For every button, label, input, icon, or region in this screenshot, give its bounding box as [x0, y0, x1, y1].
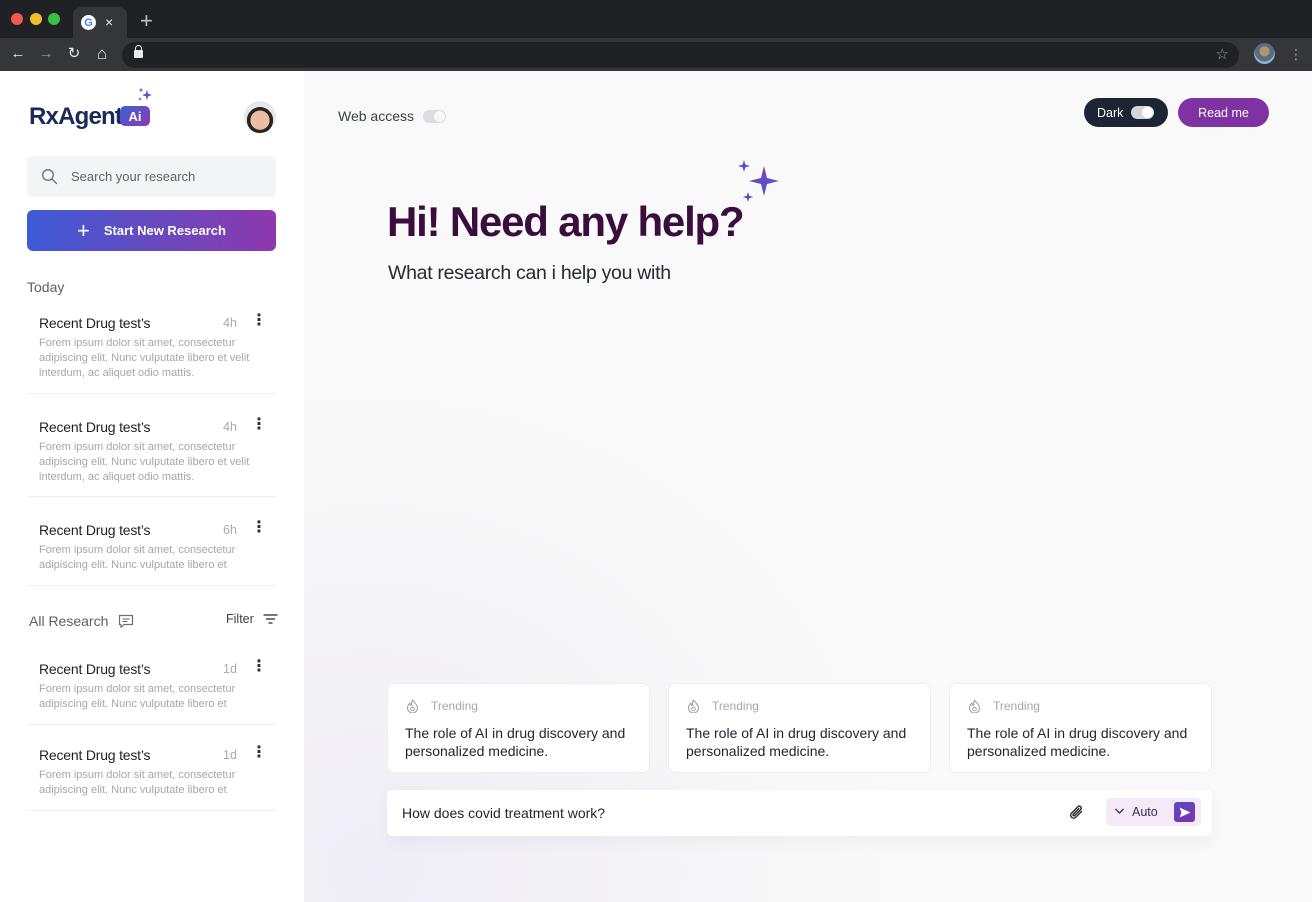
item-time: 4h — [223, 316, 237, 330]
suggestion-card[interactable]: Trending The role of AI in drug discover… — [949, 683, 1212, 773]
filter-button[interactable]: Filter — [226, 612, 278, 626]
sparkle-icon — [738, 160, 779, 202]
card-tag: Trending — [993, 699, 1040, 713]
item-description: Forem ipsum dolor sit amet, consectetur … — [39, 683, 236, 710]
browser-tabstrip: G × + — [0, 0, 1312, 38]
browser-profile-avatar[interactable] — [1254, 43, 1275, 64]
tab-close-icon[interactable]: × — [105, 13, 113, 31]
card-text: The role of AI in drug discovery and per… — [405, 725, 626, 759]
user-avatar[interactable] — [244, 101, 276, 133]
all-research-title: All Research — [29, 613, 109, 629]
research-list-item[interactable]: Recent Drug test’s 1d ⋮ Forem ipsum dolo… — [27, 659, 276, 725]
hero-subtitle: What research can i help you with — [388, 262, 671, 284]
item-description: Forem ipsum dolor sit amet, consectetur … — [39, 544, 236, 571]
web-access-label: Web access — [338, 108, 414, 124]
search-icon — [42, 169, 58, 185]
home-icon[interactable]: ⌂ — [92, 44, 112, 64]
item-title: Recent Drug test’s — [39, 522, 151, 538]
start-new-research-label: Start New Research — [103, 223, 226, 238]
plus-icon: + — [77, 217, 90, 243]
logo-ai-badge: Ai — [120, 106, 150, 126]
window-minimize-button[interactable] — [30, 13, 42, 25]
item-title: Recent Drug test’s — [39, 747, 151, 763]
filter-label: Filter — [226, 612, 254, 626]
search-input[interactable] — [71, 156, 266, 197]
reload-icon[interactable]: ↻ — [64, 44, 84, 64]
card-tag: Trending — [431, 699, 478, 713]
research-list-item[interactable]: Recent Drug test’s 6h ⋮ Forem ipsum dolo… — [27, 520, 276, 586]
back-arrow-icon[interactable]: ← — [8, 44, 28, 64]
browser-tab[interactable]: G × — [73, 7, 127, 38]
web-access-toggle[interactable] — [423, 110, 446, 123]
today-section-title: Today — [27, 279, 65, 295]
card-text: The role of AI in drug discovery and per… — [967, 725, 1188, 759]
item-time: 1d — [223, 748, 237, 762]
suggestion-card[interactable]: Trending The role of AI in drug discover… — [668, 683, 931, 773]
more-options-icon[interactable]: ⋮ — [251, 313, 267, 329]
app: RxAgent Ai + Start New Research Today Re… — [0, 71, 1312, 902]
suggestion-card[interactable]: Trending The role of AI in drug discover… — [387, 683, 650, 773]
item-time: 4h — [223, 420, 237, 434]
browser-toolbar: ← → ↻ ⌂ ☆ ⋮ — [0, 38, 1312, 71]
card-text: The role of AI in drug discovery and per… — [686, 725, 907, 759]
logo-text: RxAgent — [29, 103, 123, 130]
flame-icon — [406, 699, 419, 713]
start-new-research-button[interactable]: + Start New Research — [27, 210, 276, 251]
more-options-icon[interactable]: ⋮ — [251, 659, 267, 675]
more-options-icon[interactable]: ⋮ — [251, 745, 267, 761]
send-icon — [1179, 807, 1191, 818]
google-favicon-icon: G — [81, 15, 96, 30]
browser-menu-icon[interactable]: ⋮ — [1289, 45, 1303, 63]
lock-icon — [134, 45, 143, 58]
item-description: Forem ipsum dolor sit amet, consectetur … — [39, 769, 236, 796]
dark-mode-toggle-button[interactable]: Dark — [1084, 98, 1168, 127]
new-tab-button[interactable]: + — [140, 9, 153, 33]
sparkle-icon — [138, 87, 152, 101]
item-description: Forem ipsum dolor sit amet, consectetur … — [39, 441, 250, 483]
card-tag: Trending — [712, 699, 759, 713]
more-options-icon[interactable]: ⋮ — [251, 417, 267, 433]
item-time: 1d — [223, 662, 237, 676]
flame-icon — [968, 699, 981, 713]
research-list-item[interactable]: Recent Drug test’s 1d ⋮ Forem ipsum dolo… — [27, 745, 276, 811]
flame-icon — [687, 699, 700, 713]
item-description: Forem ipsum dolor sit amet, consectetur … — [39, 337, 250, 379]
window-maximize-button[interactable] — [48, 13, 60, 25]
filter-icon — [263, 614, 278, 624]
item-title: Recent Drug test’s — [39, 661, 151, 677]
more-options-icon[interactable]: ⋮ — [251, 520, 267, 536]
forward-arrow-icon[interactable]: → — [36, 44, 56, 64]
search-box — [27, 156, 276, 197]
window-close-button[interactable] — [11, 13, 23, 25]
paperclip-icon[interactable] — [1068, 803, 1086, 822]
item-title: Recent Drug test’s — [39, 419, 151, 435]
mode-selector[interactable]: Auto — [1106, 798, 1201, 826]
send-button[interactable] — [1174, 802, 1195, 822]
main-panel: Web access Dark Read me Hi! Need any hel… — [304, 71, 1312, 902]
read-me-button[interactable]: Read me — [1178, 98, 1269, 127]
sidebar: RxAgent Ai + Start New Research Today Re… — [0, 71, 304, 902]
chevron-down-icon — [1115, 808, 1124, 814]
item-title: Recent Drug test’s — [39, 315, 151, 331]
research-list-item[interactable]: Recent Drug test’s 4h ⋮ Forem ipsum dolo… — [27, 417, 276, 497]
research-list-item[interactable]: Recent Drug test’s 4h ⋮ Forem ipsum dolo… — [27, 313, 276, 394]
hero-title: Hi! Need any help? — [387, 198, 745, 245]
item-time: 6h — [223, 523, 237, 537]
bookmark-star-icon[interactable]: ☆ — [1216, 45, 1229, 63]
prompt-input[interactable] — [402, 790, 1042, 836]
dark-mode-label: Dark — [1097, 105, 1124, 120]
dark-mode-switch[interactable] — [1131, 106, 1154, 119]
prompt-bar: Auto — [387, 790, 1212, 836]
address-bar[interactable]: ☆ — [122, 42, 1239, 68]
chat-icon[interactable] — [118, 614, 134, 629]
mode-label: Auto — [1132, 805, 1158, 819]
